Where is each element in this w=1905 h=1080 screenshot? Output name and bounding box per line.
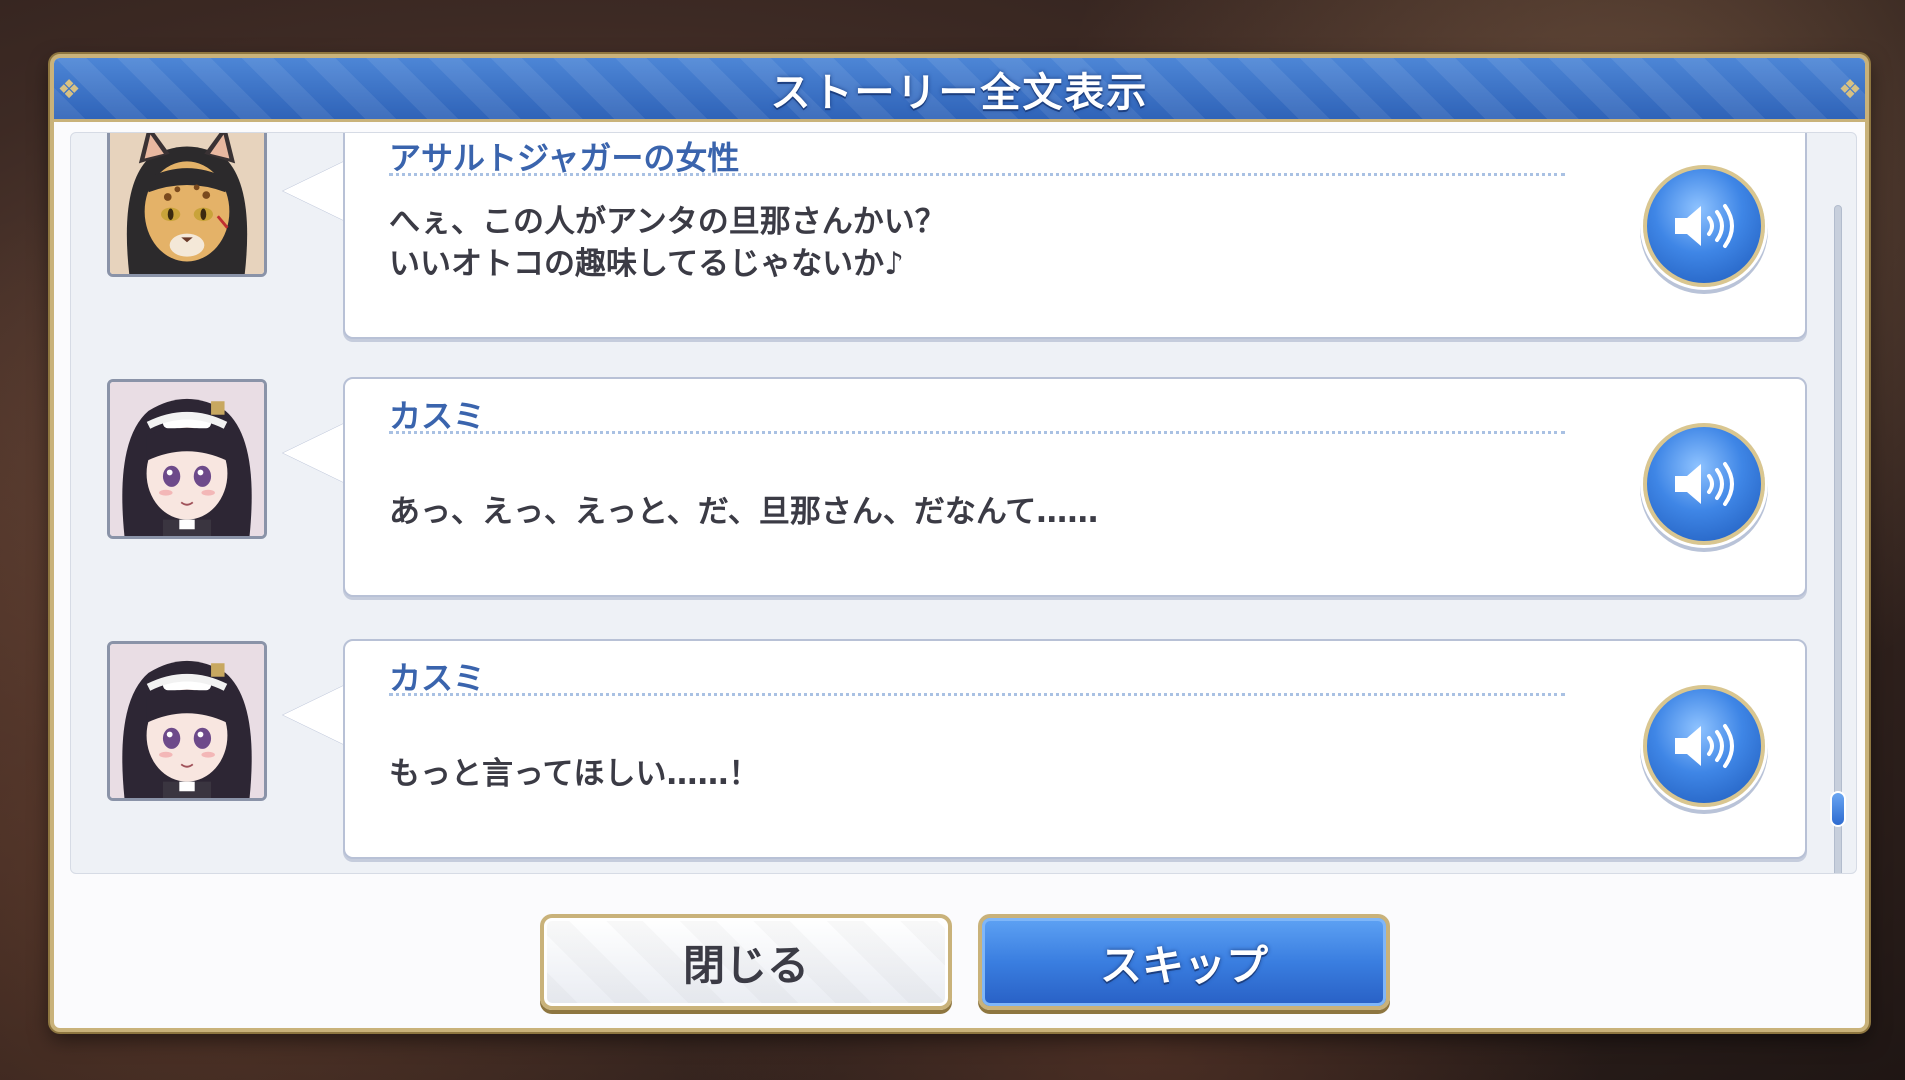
divider — [389, 431, 1565, 434]
speech-bubble: カスミ もっと言ってほしい……！ — [343, 639, 1807, 859]
dialogue-line: もっと言ってほしい……！ — [389, 756, 760, 792]
dialogue-line: いいオトコの趣味してるじゃないか♪ — [389, 246, 904, 282]
log-entry: カスミ あっ、えっ、えっと、だ、旦那さん、だなんて…… — [71, 377, 1811, 614]
speech-bubble: カスミ あっ、えっ、えっと、だ、旦那さん、だなんて…… — [343, 377, 1807, 597]
story-log-dialog: ❖ ストーリー全文表示 ❖ アサルトジャガーの女性 へぇ、この人がアンタの旦那さ… — [50, 54, 1869, 1032]
story-log-list[interactable]: アサルトジャガーの女性 へぇ、この人がアンタの旦那さんかい？ いいオトコの趣味し… — [70, 132, 1857, 874]
dialog-header: ❖ ストーリー全文表示 ❖ — [54, 58, 1865, 122]
voice-play-button[interactable] — [1643, 423, 1765, 545]
voice-play-button[interactable] — [1643, 685, 1765, 807]
ornament-icon: ❖ — [57, 75, 81, 105]
log-entry: カスミ もっと言ってほしい……！ — [71, 639, 1811, 873]
divider — [389, 693, 1565, 696]
speaker-icon — [1675, 204, 1734, 248]
ornament-icon: ❖ — [1838, 75, 1862, 105]
kasumi-portrait — [107, 641, 267, 801]
dialogue-line: あっ、えっ、えっと、だ、旦那さん、だなんて…… — [389, 494, 1099, 530]
dialog-title: ストーリー全文表示 — [770, 69, 1149, 116]
close-button[interactable]: 閉じる — [540, 914, 952, 1010]
speaker-icon — [1675, 724, 1734, 768]
log-entry: アサルトジャガーの女性 へぇ、この人がアンタの旦那さんかい？ いいオトコの趣味し… — [71, 133, 1811, 352]
dialogue-line: へぇ、この人がアンタの旦那さんかい？ — [389, 204, 946, 240]
speech-bubble-tail — [283, 685, 345, 745]
scrollbar-thumb[interactable] — [1830, 791, 1846, 827]
speech-bubble-tail — [283, 423, 345, 483]
speaker-icon — [1675, 462, 1734, 506]
speech-bubble: アサルトジャガーの女性 へぇ、この人がアンタの旦那さんかい？ いいオトコの趣味し… — [343, 133, 1807, 339]
jaguar-woman-portrait — [107, 133, 267, 277]
speech-bubble-tail — [283, 161, 345, 221]
divider — [389, 173, 1565, 176]
scrollbar[interactable] — [1830, 205, 1846, 873]
voice-play-button[interactable] — [1643, 165, 1765, 287]
skip-button[interactable]: スキップ — [978, 914, 1390, 1010]
kasumi-portrait — [107, 379, 267, 539]
